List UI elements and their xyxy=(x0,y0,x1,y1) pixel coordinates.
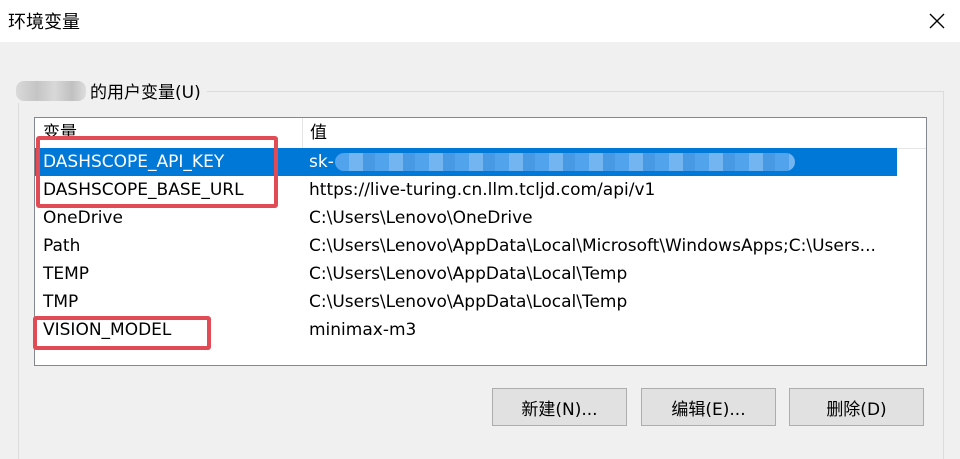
user-variables-list[interactable]: 变量 值 DASHSCOPE_API_KEY sk- DASHSCOPE_BAS… xyxy=(34,117,927,366)
column-header-name[interactable]: 变量 xyxy=(35,118,302,148)
variable-value: sk- xyxy=(309,152,334,172)
close-icon xyxy=(929,13,945,29)
table-row[interactable]: DASHSCOPE_BASE_URL https://live-turing.c… xyxy=(35,176,897,204)
title-bar: 环境变量 xyxy=(0,0,960,42)
variable-value: https://live-turing.cn.llm.tcljd.com/api… xyxy=(309,180,656,200)
blurred-username xyxy=(16,80,86,101)
variable-value: C:\Users\Lenovo\AppData\Local\Microsoft\… xyxy=(309,236,876,256)
variable-value: C:\Users\Lenovo\AppData\Local\Temp xyxy=(309,292,628,312)
variable-name: TEMP xyxy=(43,264,90,284)
table-row[interactable]: DASHSCOPE_API_KEY sk- xyxy=(35,148,897,176)
environment-variables-dialog: 环境变量 的用户变量(U) 变量 值 DASHSCOPE_API_KEY sk-… xyxy=(0,0,960,459)
new-button[interactable]: 新建(N)... xyxy=(492,388,627,426)
variable-name: VISION_MODEL xyxy=(43,320,172,340)
list-header: 变量 值 xyxy=(35,118,926,149)
group-label-text: 的用户变量(U) xyxy=(90,83,201,103)
table-row[interactable]: Path C:\Users\Lenovo\AppData\Local\Micro… xyxy=(35,232,897,260)
variable-name: OneDrive xyxy=(43,208,123,228)
table-row[interactable]: OneDrive C:\Users\Lenovo\OneDrive xyxy=(35,204,897,232)
column-header-value[interactable]: 值 xyxy=(302,118,897,148)
variable-value: C:\Users\Lenovo\AppData\Local\Temp xyxy=(309,264,628,284)
table-row[interactable]: TMP C:\Users\Lenovo\AppData\Local\Temp xyxy=(35,288,897,316)
edit-button[interactable]: 编辑(E)... xyxy=(641,388,776,426)
variable-name: TMP xyxy=(43,292,79,312)
user-variables-group-label: 的用户变量(U) xyxy=(16,78,207,103)
table-row[interactable]: VISION_MODEL minimax-m3 xyxy=(35,316,897,344)
table-row[interactable]: TEMP C:\Users\Lenovo\AppData\Local\Temp xyxy=(35,260,897,288)
variable-name: Path xyxy=(43,236,81,256)
variable-name: DASHSCOPE_BASE_URL xyxy=(43,180,244,200)
variable-value: C:\Users\Lenovo\OneDrive xyxy=(309,208,533,228)
delete-button[interactable]: 删除(D) xyxy=(789,388,924,426)
close-button[interactable] xyxy=(914,0,960,42)
variable-name: DASHSCOPE_API_KEY xyxy=(43,152,225,172)
variable-value: minimax-m3 xyxy=(309,320,417,340)
window-title: 环境变量 xyxy=(8,12,80,33)
redacted-value-blur xyxy=(335,153,795,171)
